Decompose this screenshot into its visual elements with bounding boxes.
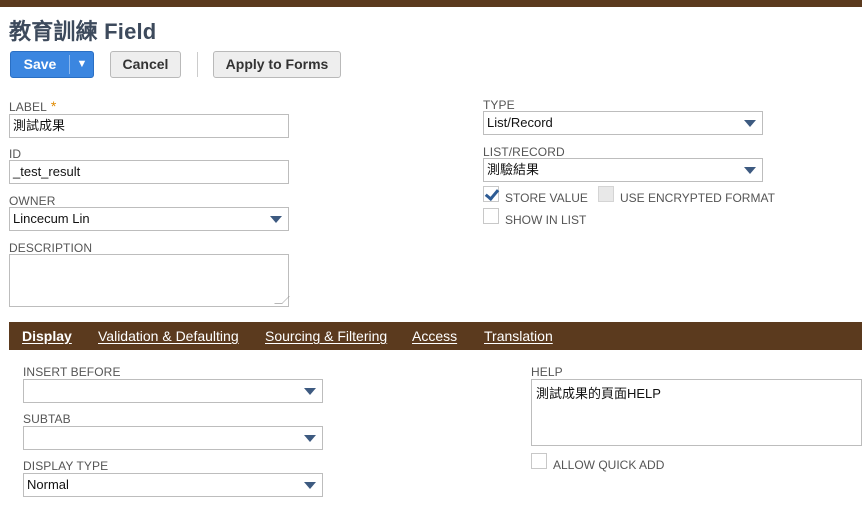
cancel-button[interactable]: Cancel <box>110 51 181 78</box>
owner-select[interactable]: Lincecum Lin <box>9 207 289 231</box>
chevron-down-icon[interactable] <box>304 435 316 442</box>
subtab-field-label: SUBTAB <box>23 412 71 426</box>
type-field-label: TYPE <box>483 98 515 112</box>
id-field-label: ID <box>9 147 22 161</box>
allow-quick-add-checkbox[interactable] <box>531 453 547 469</box>
list-record-field-label: LIST/RECORD <box>483 145 565 159</box>
required-marker: * <box>50 98 57 114</box>
display-type-field-label: DISPLAY TYPE <box>23 459 109 473</box>
top-accent-bar <box>0 0 862 7</box>
display-type-select[interactable]: Normal <box>23 473 323 497</box>
insert-before-field-label: INSERT BEFORE <box>23 365 121 379</box>
store-value-checkbox[interactable] <box>483 185 500 202</box>
display-type-select-value: Normal <box>27 477 69 492</box>
page-title: 教育訓練 Field <box>9 19 157 44</box>
list-record-select-value: 測驗結果 <box>487 162 540 177</box>
label-field-label-text: LABEL <box>9 100 47 114</box>
type-select[interactable]: List/Record <box>483 111 763 135</box>
list-record-select[interactable]: 測驗結果 <box>483 158 763 182</box>
apply-to-forms-button[interactable]: Apply to Forms <box>213 51 341 78</box>
save-button[interactable]: Save ▼ <box>10 51 94 78</box>
id-input[interactable]: _test_result <box>9 160 289 184</box>
tab-access[interactable]: Access <box>412 322 457 350</box>
label-input[interactable]: 測試成果 <box>9 114 289 138</box>
description-textarea[interactable] <box>9 254 290 307</box>
save-menu-arrow-icon[interactable]: ▼ <box>70 52 94 77</box>
insert-before-select[interactable] <box>23 379 323 403</box>
subtab-select[interactable] <box>23 426 323 450</box>
resize-handle-icon[interactable] <box>274 296 290 304</box>
use-encrypted-format-checkbox[interactable] <box>598 186 614 202</box>
checkmark-icon <box>484 185 500 202</box>
chevron-down-icon[interactable] <box>304 482 316 489</box>
help-textarea[interactable]: 測試成果的頁面HELP <box>531 379 862 446</box>
tab-sourcing-filtering[interactable]: Sourcing & Filtering <box>265 322 387 350</box>
type-select-value: List/Record <box>487 115 553 130</box>
store-value-label: STORE VALUE <box>505 191 588 205</box>
tab-translation[interactable]: Translation <box>484 322 553 350</box>
label-field-label: LABEL * <box>9 98 56 114</box>
chevron-down-icon[interactable] <box>744 167 756 174</box>
help-field-label: HELP <box>531 365 563 379</box>
chevron-down-icon[interactable] <box>270 216 282 223</box>
chevron-down-icon[interactable] <box>744 120 756 127</box>
toolbar-divider <box>197 52 198 77</box>
allow-quick-add-label: ALLOW QUICK ADD <box>553 458 665 472</box>
show-in-list-checkbox[interactable] <box>483 208 499 224</box>
use-encrypted-format-label: USE ENCRYPTED FORMAT <box>620 191 775 205</box>
save-button-label[interactable]: Save <box>11 52 69 77</box>
owner-field-label: OWNER <box>9 194 56 208</box>
show-in-list-label: SHOW IN LIST <box>505 213 587 227</box>
subtab-bar: Display Validation & Defaulting Sourcing… <box>9 322 862 350</box>
tab-display[interactable]: Display <box>22 322 72 350</box>
description-field-label: DESCRIPTION <box>9 241 93 255</box>
owner-select-value: Lincecum Lin <box>13 211 90 226</box>
tab-validation-defaulting[interactable]: Validation & Defaulting <box>98 322 239 350</box>
chevron-down-icon[interactable] <box>304 388 316 395</box>
